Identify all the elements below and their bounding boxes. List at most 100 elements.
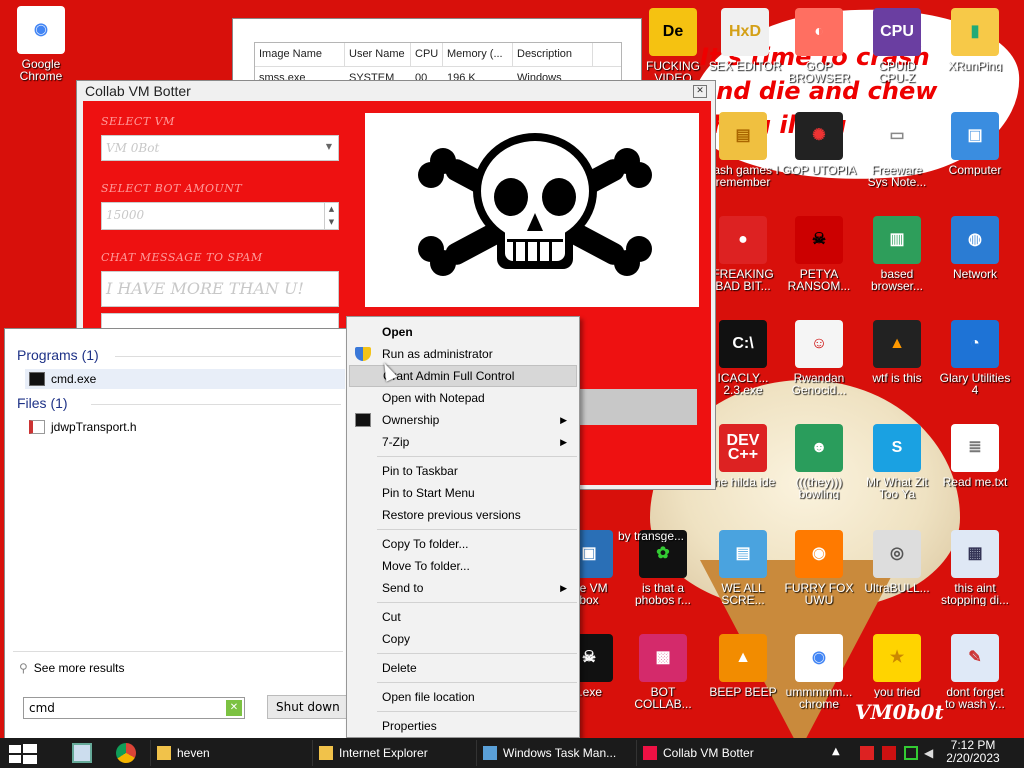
desktop-icon[interactable]: ▥ based browser... [856, 216, 938, 292]
taskbar-clock[interactable]: 7:12 PM 2/20/2023 [938, 739, 1008, 765]
context-menu-item[interactable]: Cut [349, 606, 577, 628]
context-menu-item[interactable]: Open with Notepad [349, 387, 577, 409]
taskbar-button[interactable]: Internet Explorer [312, 740, 472, 766]
programs-header: Programs (1) [17, 347, 99, 363]
desktop-icon-label: SEX EDITOR [708, 60, 782, 72]
security-icon[interactable] [882, 746, 896, 760]
chevron-right-icon: ▶ [560, 582, 567, 593]
desktop-icon[interactable]: ◍ Network [934, 216, 1016, 280]
chat-message-input[interactable]: I HAVE MORE THAN U! [101, 271, 339, 307]
desktop-icon[interactable]: ▣ Computer [934, 112, 1016, 176]
desktop-icon[interactable]: ≣ Read me.txt [934, 424, 1016, 488]
see-more-label: See more results [33, 661, 125, 675]
context-menu-item[interactable]: Delete [349, 657, 577, 679]
desktop-icon[interactable]: ▮ XRunPing [934, 8, 1016, 72]
context-menu-item[interactable]: Properties [349, 715, 577, 737]
network-icon[interactable] [904, 746, 918, 760]
menu-item-label: Open file location [382, 690, 475, 704]
menu-item-label: Move To folder... [382, 559, 470, 573]
wallpaper-signature: VM0b0t [855, 700, 944, 724]
context-menu-item[interactable]: Send to ▶ [349, 577, 577, 599]
taskbar-button[interactable]: Collab VM Botter [636, 740, 796, 766]
desktop-icon[interactable]: ◉ FURRY FOX UWU [778, 530, 860, 606]
desktop-icon-label: BEEP BEEP [709, 686, 777, 698]
file-icon [29, 420, 45, 434]
close-icon[interactable]: ✕ [693, 85, 707, 98]
context-menu-item[interactable]: Pin to Taskbar [349, 460, 577, 482]
desktop-icon[interactable]: ◔ Glary Utilities 4 [934, 320, 1016, 396]
column-memory[interactable]: Memory (... [443, 43, 513, 66]
desktop-icon[interactable]: ▩ BOT COLLAB... [622, 634, 704, 710]
desktop-icon[interactable]: ◉ Google Chrome [0, 6, 82, 82]
search-result-cmd[interactable]: cmd.exe [25, 369, 345, 389]
taskbar-button[interactable]: heven [150, 740, 310, 766]
taskbar-button[interactable]: Windows Task Man... [476, 740, 636, 766]
select-vm-dropdown[interactable]: VM 0Bot ▼ [101, 135, 339, 161]
context-menu-item[interactable]: 7-Zip ▶ [349, 431, 577, 453]
flag-icon[interactable] [860, 746, 874, 760]
search-input[interactable]: cmd ✕ [23, 697, 245, 719]
desktop-icon[interactable]: ◐ GOP BROWSER [778, 8, 860, 84]
desktop-icon[interactable]: CPU CPUID CPU-Z [856, 8, 938, 84]
desktop-icon[interactable]: ✺ GOP UTOPIA [778, 112, 860, 176]
windows-start-icon[interactable] [8, 744, 38, 764]
desktop-icon[interactable]: HxD SEX EDITOR [704, 8, 786, 72]
see-more-results-link[interactable]: ⚲ See more results [19, 661, 125, 675]
column-description[interactable]: Description [513, 43, 593, 66]
search-result-file[interactable]: jdwpTransport.h [25, 417, 345, 437]
desktop-icon[interactable]: ▭ Freeware Sys Note... [856, 112, 938, 188]
app-icon: De [649, 8, 697, 56]
stepper-arrows-icon[interactable]: ▲ ▼ [324, 203, 338, 229]
pinned-explorer-icon[interactable] [72, 743, 92, 763]
menu-separator [377, 711, 577, 712]
context-menu-item[interactable]: Open [349, 321, 577, 343]
context-menu-item[interactable]: Move To folder... [349, 555, 577, 577]
skull-crossbones-icon [418, 133, 652, 276]
clear-search-icon[interactable]: ✕ [226, 700, 242, 716]
context-menu-item[interactable]: Run as administrator [349, 343, 577, 365]
desktop-icon[interactable]: S Mr What Zit Too Ya [856, 424, 938, 500]
desktop-icon[interactable]: ☻ (((they))) bowling [778, 424, 860, 500]
shut-down-button[interactable]: Shut down [267, 695, 351, 719]
desktop-icon[interactable]: ▤ WE ALL SCRE... [702, 530, 784, 606]
desktop-icon[interactable]: ✎ dont forget to wash y... [934, 634, 1016, 710]
app-icon: CPU [873, 8, 921, 56]
desktop-icon[interactable]: ☠ PETYA RANSOM... [778, 216, 860, 292]
app-icon: ● [719, 216, 767, 264]
context-menu-item[interactable]: Restore previous versions [349, 504, 577, 526]
desktop-icon[interactable]: ☺ Rwandan Genocid... [778, 320, 860, 396]
desktop-icon[interactable]: ◎ UltraBULL... [856, 530, 938, 594]
select-vm-label: SELECT VM [101, 115, 175, 128]
desktop-icon[interactable]: ★ you tried [856, 634, 938, 698]
chevron-up-icon[interactable]: ▲ [832, 746, 846, 760]
desktop-icon[interactable]: De FUCKING VIDEO [632, 8, 714, 84]
desktop-icon[interactable]: ◉ ummmmm... chrome [778, 634, 860, 710]
column-cpu[interactable]: CPU [411, 43, 443, 66]
desktop-icon[interactable]: ▲ wtf is this [856, 320, 938, 384]
speaker-icon[interactable]: ◀ [924, 746, 938, 760]
menu-item-label: Properties [382, 719, 437, 733]
pinned-chrome-icon[interactable] [116, 743, 136, 763]
context-menu-item[interactable]: Pin to Start Menu [349, 482, 577, 504]
desktop-icon[interactable]: ▲ BEEP BEEP [702, 634, 784, 698]
column-image-name[interactable]: Image Name [255, 43, 345, 66]
chevron-down-icon: ▼ [325, 142, 332, 151]
context-menu[interactable]: Open Run as administrator Grant Admin Full… [346, 316, 580, 738]
desktop-icon-label: based browser... [870, 268, 924, 292]
context-menu-item[interactable]: Ownership ▶ [349, 409, 577, 431]
context-menu-item[interactable]: Open file location [349, 686, 577, 708]
search-result-label: jdwpTransport.h [51, 420, 137, 434]
task-manager-process-table[interactable]: Image Name User Name CPU Memory (... Des… [254, 42, 622, 82]
taskmgr-icon [483, 746, 497, 760]
menu-item-label: Send to [382, 581, 424, 595]
menu-separator [377, 456, 577, 457]
desktop-icon[interactable]: ▦ this aint stopping di... [934, 530, 1016, 606]
start-menu[interactable]: Programs (1) cmd.exe Files (1) jdwpTrans… [4, 328, 351, 740]
chevron-right-icon: ▶ [560, 436, 567, 447]
column-user-name[interactable]: User Name [345, 43, 411, 66]
desktop-icon-label: this aint stopping di... [940, 582, 1010, 606]
bot-amount-stepper[interactable]: 15000 ▲ ▼ [101, 202, 339, 230]
context-menu-item[interactable]: Copy [349, 628, 577, 650]
context-menu-item[interactable]: Copy To folder... [349, 533, 577, 555]
search-result-label: cmd.exe [51, 372, 97, 386]
